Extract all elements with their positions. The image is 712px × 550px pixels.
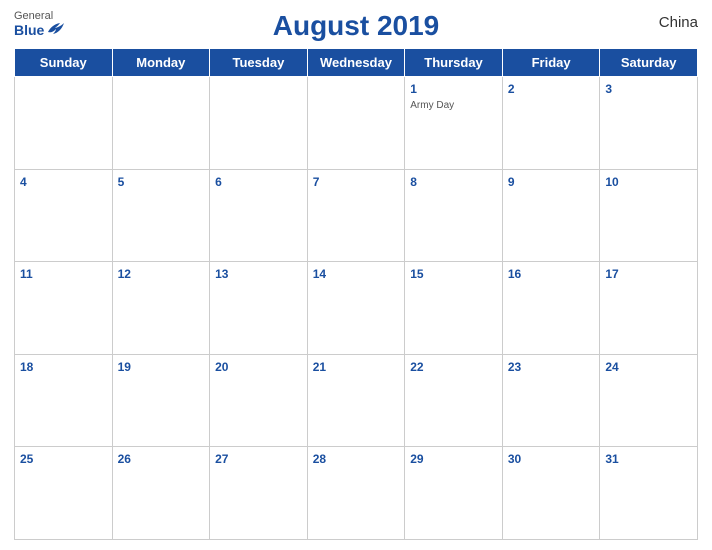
calendar-day-cell: 10 (600, 169, 698, 262)
day-number: 8 (410, 175, 417, 189)
calendar-day-cell: 2 (502, 77, 600, 170)
day-number: 9 (508, 175, 515, 189)
calendar-day-cell: 19 (112, 354, 210, 447)
month-title: August 2019 (273, 10, 440, 42)
calendar-day-cell: 15 (405, 262, 503, 355)
day-number: 7 (313, 175, 320, 189)
day-number: 30 (508, 452, 521, 466)
day-number: 16 (508, 267, 521, 281)
calendar-day-cell: 25 (15, 447, 113, 540)
calendar-week-row: 1 Army Day 2 3 (15, 77, 698, 170)
day-number: 17 (605, 267, 618, 281)
day-number: 3 (605, 82, 612, 96)
calendar-day-cell: 24 (600, 354, 698, 447)
calendar-wrapper: General Blue August 2019 China SundayMon… (0, 0, 712, 550)
calendar-day-cell: 26 (112, 447, 210, 540)
calendar-week-row: 18 19 20 21 22 23 24 (15, 354, 698, 447)
country-label: China (659, 14, 698, 31)
day-number: 4 (20, 175, 27, 189)
calendar-header-row: SundayMondayTuesdayWednesdayThursdayFrid… (15, 49, 698, 77)
calendar-day-cell (307, 77, 405, 170)
calendar-day-cell (210, 77, 308, 170)
logo-general-text: General (14, 10, 53, 22)
day-number: 29 (410, 452, 423, 466)
day-of-week-header: Sunday (15, 49, 113, 77)
day-number: 27 (215, 452, 228, 466)
calendar-day-cell: 23 (502, 354, 600, 447)
calendar-day-cell: 16 (502, 262, 600, 355)
day-number: 25 (20, 452, 33, 466)
calendar-day-cell: 12 (112, 262, 210, 355)
day-number: 28 (313, 452, 326, 466)
calendar-week-row: 25 26 27 28 29 30 31 (15, 447, 698, 540)
calendar-day-cell: 21 (307, 354, 405, 447)
calendar-day-cell: 4 (15, 169, 113, 262)
day-number: 2 (508, 82, 515, 96)
calendar-day-cell: 5 (112, 169, 210, 262)
calendar-header: General Blue August 2019 China (14, 10, 698, 42)
day-number: 20 (215, 360, 228, 374)
day-of-week-header: Monday (112, 49, 210, 77)
day-of-week-header: Wednesday (307, 49, 405, 77)
calendar-day-cell: 27 (210, 447, 308, 540)
days-of-week-row: SundayMondayTuesdayWednesdayThursdayFrid… (15, 49, 698, 77)
calendar-day-cell: 1 Army Day (405, 77, 503, 170)
day-number: 1 (410, 82, 417, 96)
day-of-week-header: Thursday (405, 49, 503, 77)
calendar-body: 1Army Day2345678910111213141516171819202… (15, 77, 698, 540)
day-number: 26 (118, 452, 131, 466)
calendar-day-cell: 8 (405, 169, 503, 262)
calendar-day-cell: 31 (600, 447, 698, 540)
logo: General Blue (14, 10, 64, 39)
day-number: 24 (605, 360, 618, 374)
calendar-table: SundayMondayTuesdayWednesdayThursdayFrid… (14, 48, 698, 540)
calendar-day-cell: 7 (307, 169, 405, 262)
calendar-day-cell: 20 (210, 354, 308, 447)
calendar-day-cell: 14 (307, 262, 405, 355)
calendar-day-cell: 6 (210, 169, 308, 262)
calendar-day-cell: 30 (502, 447, 600, 540)
day-of-week-header: Tuesday (210, 49, 308, 77)
logo-bird-icon (46, 22, 64, 39)
calendar-day-cell: 28 (307, 447, 405, 540)
day-number: 19 (118, 360, 131, 374)
calendar-day-cell: 13 (210, 262, 308, 355)
day-number: 23 (508, 360, 521, 374)
day-number: 11 (20, 267, 33, 281)
calendar-day-cell: 29 (405, 447, 503, 540)
day-number: 5 (118, 175, 125, 189)
day-number: 21 (313, 360, 326, 374)
day-number: 14 (313, 267, 326, 281)
calendar-day-cell: 3 (600, 77, 698, 170)
calendar-day-cell (15, 77, 113, 170)
calendar-day-cell: 22 (405, 354, 503, 447)
calendar-day-cell: 17 (600, 262, 698, 355)
day-number: 22 (410, 360, 423, 374)
day-number: 15 (410, 267, 423, 281)
day-of-week-header: Friday (502, 49, 600, 77)
logo-blue-text: Blue (14, 22, 64, 39)
day-number: 6 (215, 175, 222, 189)
day-number: 31 (605, 452, 618, 466)
calendar-day-cell: 18 (15, 354, 113, 447)
calendar-day-cell: 9 (502, 169, 600, 262)
calendar-week-row: 11 12 13 14 15 16 17 (15, 262, 698, 355)
day-number: 13 (215, 267, 228, 281)
calendar-week-row: 4 5 6 7 8 9 10 (15, 169, 698, 262)
calendar-day-cell (112, 77, 210, 170)
day-of-week-header: Saturday (600, 49, 698, 77)
day-number: 12 (118, 267, 131, 281)
calendar-day-cell: 11 (15, 262, 113, 355)
event-label: Army Day (410, 100, 497, 111)
day-number: 10 (605, 175, 618, 189)
day-number: 18 (20, 360, 33, 374)
